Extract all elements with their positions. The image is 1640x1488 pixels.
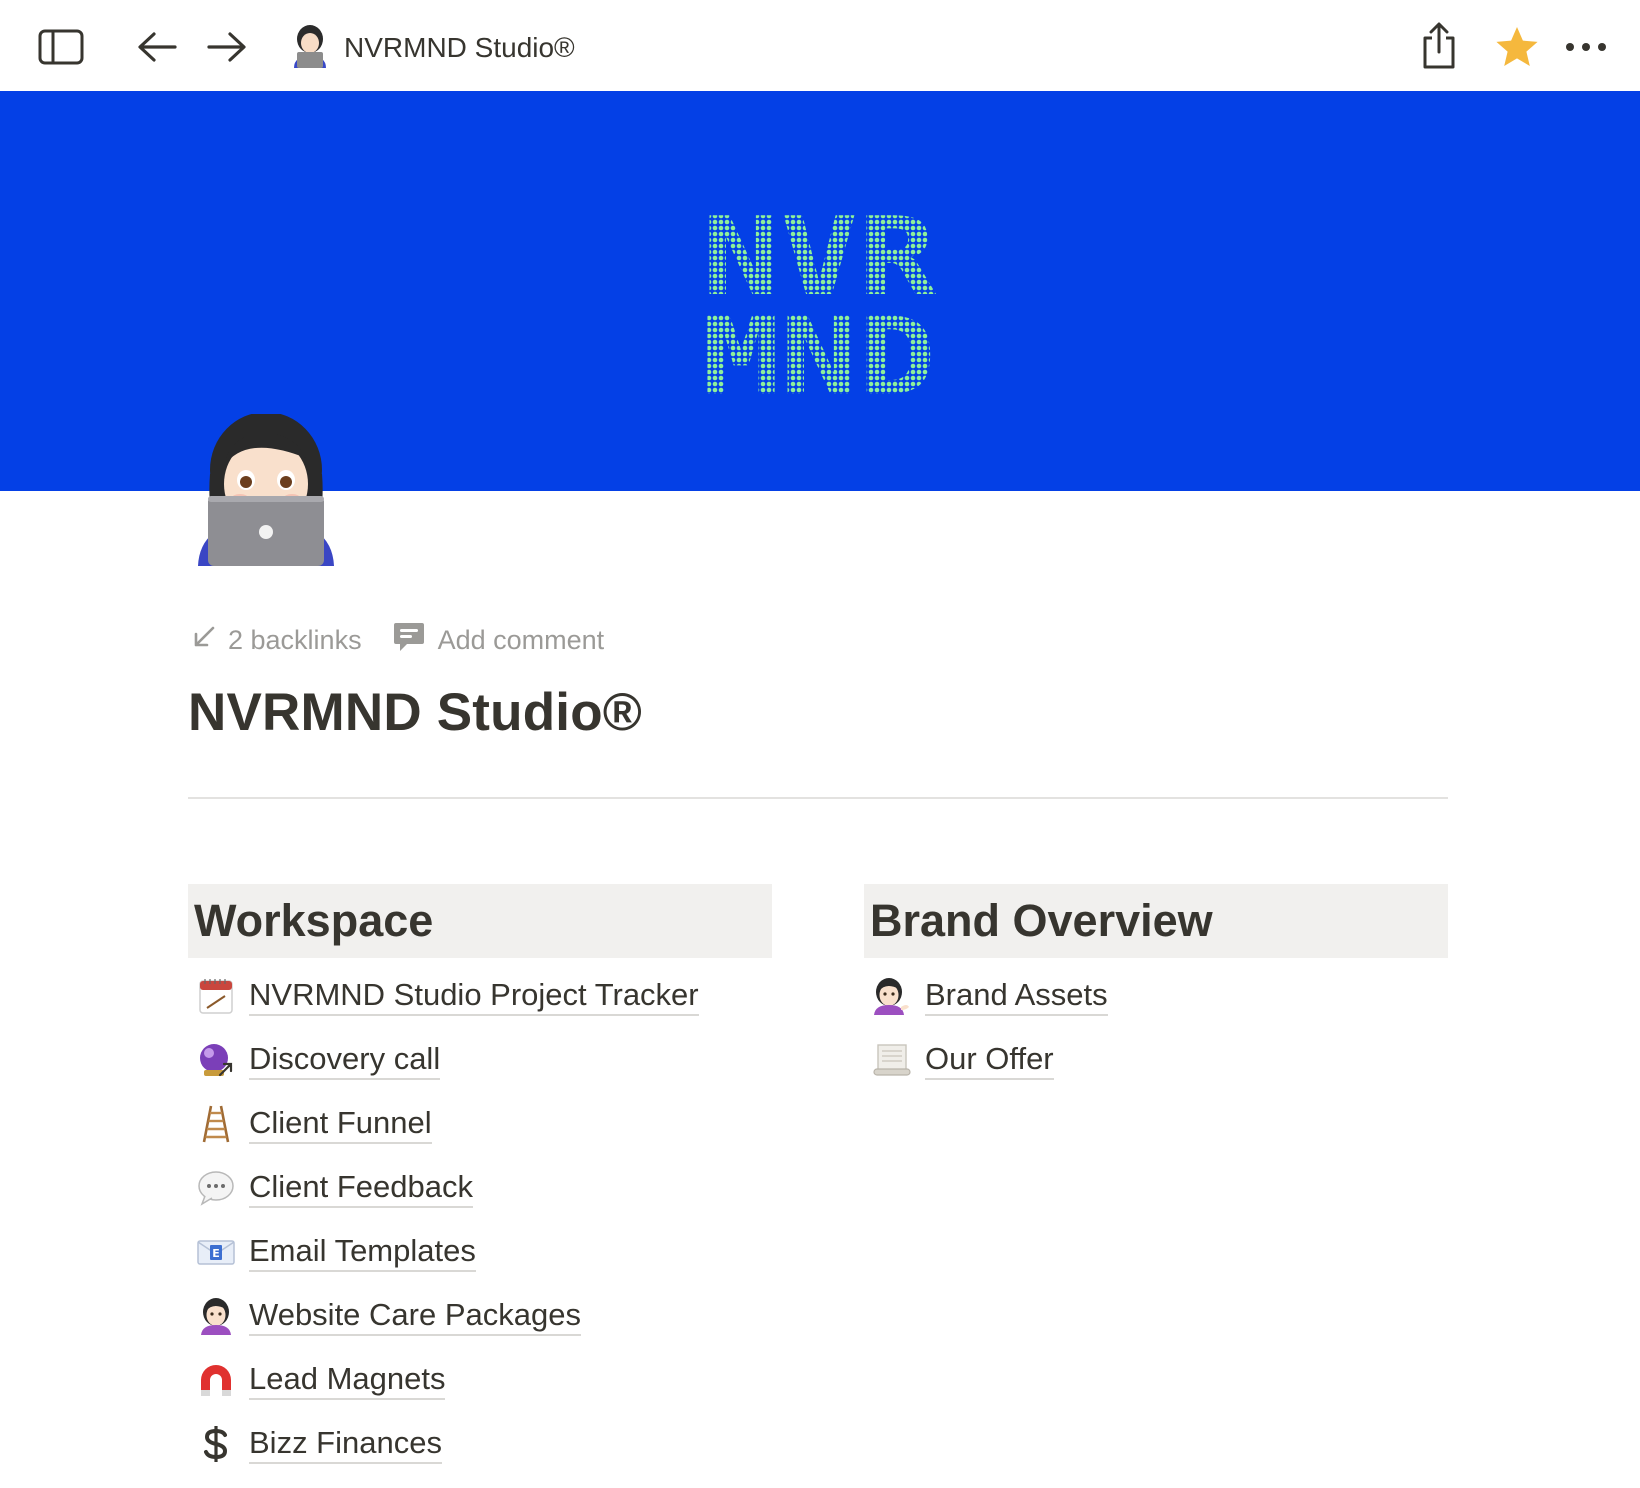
backlinks-button[interactable]: 2 backlinks <box>192 625 362 656</box>
page-title[interactable]: NVRMND Studio® <box>188 682 642 743</box>
woman-with-laptop-icon <box>196 412 336 570</box>
magnet-icon <box>196 1360 236 1400</box>
breadcrumb-title: NVRMND Studio® <box>344 32 575 63</box>
arrow-left-icon <box>137 31 177 63</box>
link-label: Email Templates <box>249 1232 476 1272</box>
svg-text:E: E <box>212 1247 220 1260</box>
page-meta: 2 backlinks Add comment <box>192 620 604 660</box>
workspace-column: Workspace NVRMND Studio Project Tracker … <box>188 884 772 1476</box>
dollar-icon <box>196 1424 236 1464</box>
forward-button[interactable] <box>204 24 250 70</box>
link-lead-magnets[interactable]: Lead Magnets <box>188 1348 772 1412</box>
link-project-tracker[interactable]: NVRMND Studio Project Tracker <box>188 964 772 1028</box>
link-label: Website Care Packages <box>249 1296 581 1336</box>
comment-icon <box>392 620 426 661</box>
woman-icon <box>196 1296 236 1336</box>
link-client-feedback[interactable]: Client Feedback <box>188 1156 772 1220</box>
crystal-ball-icon <box>196 1040 236 1080</box>
link-discovery-call[interactable]: Discovery call <box>188 1028 772 1092</box>
arrow-down-left-icon <box>192 625 216 656</box>
back-button[interactable] <box>134 24 180 70</box>
link-label: Brand Assets <box>925 976 1108 1016</box>
favorite-button[interactable] <box>1492 22 1542 72</box>
ladder-icon <box>196 1104 236 1144</box>
sidebar-toggle-button[interactable] <box>34 24 88 70</box>
brand-overview-heading-text: Brand Overview <box>870 895 1213 946</box>
link-label: Lead Magnets <box>249 1360 446 1400</box>
nvrmnd-logo: NVR MND <box>702 201 937 401</box>
link-label: Discovery call <box>249 1040 441 1080</box>
link-label: Bizz Finances <box>249 1424 442 1464</box>
calendar-icon <box>196 976 236 1016</box>
page-icon[interactable] <box>196 412 336 566</box>
link-bizz-finances[interactable]: Bizz Finances <box>188 1412 772 1476</box>
link-label: Our Offer <box>925 1040 1054 1080</box>
link-brand-assets[interactable]: Brand Assets <box>864 964 1448 1028</box>
email-icon: E <box>196 1232 236 1272</box>
brand-overview-heading[interactable]: Brand Overview <box>864 884 1448 958</box>
brand-overview-column: Brand Overview Brand Assets Our Offer <box>864 884 1448 1092</box>
workspace-heading[interactable]: Workspace <box>188 884 772 958</box>
more-horizontal-icon <box>1565 42 1607 52</box>
backlinks-label: 2 backlinks <box>228 624 362 655</box>
add-comment-button[interactable]: Add comment <box>392 620 605 661</box>
arrow-right-icon <box>207 31 247 63</box>
link-label: NVRMND Studio Project Tracker <box>249 976 699 1016</box>
share-button[interactable] <box>1414 18 1464 74</box>
sidebar-icon <box>38 29 84 65</box>
scroll-icon <box>872 1040 912 1080</box>
link-label: Client Funnel <box>249 1104 432 1144</box>
logo-line-2: MND <box>702 295 936 401</box>
woman-with-laptop-icon <box>290 24 330 73</box>
workspace-heading-text: Workspace <box>194 895 434 946</box>
breadcrumb[interactable]: NVRMND Studio® <box>290 24 575 72</box>
speech-bubble-icon <box>196 1168 236 1208</box>
divider <box>188 797 1448 799</box>
star-icon <box>1495 26 1539 68</box>
link-our-offer[interactable]: Our Offer <box>864 1028 1448 1092</box>
link-website-care-packages[interactable]: Website Care Packages <box>188 1284 772 1348</box>
top-bar: NVRMND Studio® <box>0 0 1640 91</box>
share-icon <box>1420 22 1458 70</box>
add-comment-label: Add comment <box>437 624 605 655</box>
more-button[interactable] <box>1562 24 1610 70</box>
woman-tipping-hand-icon <box>872 976 912 1016</box>
link-label: Client Feedback <box>249 1168 474 1208</box>
link-email-templates[interactable]: E Email Templates <box>188 1220 772 1284</box>
link-client-funnel[interactable]: Client Funnel <box>188 1092 772 1156</box>
